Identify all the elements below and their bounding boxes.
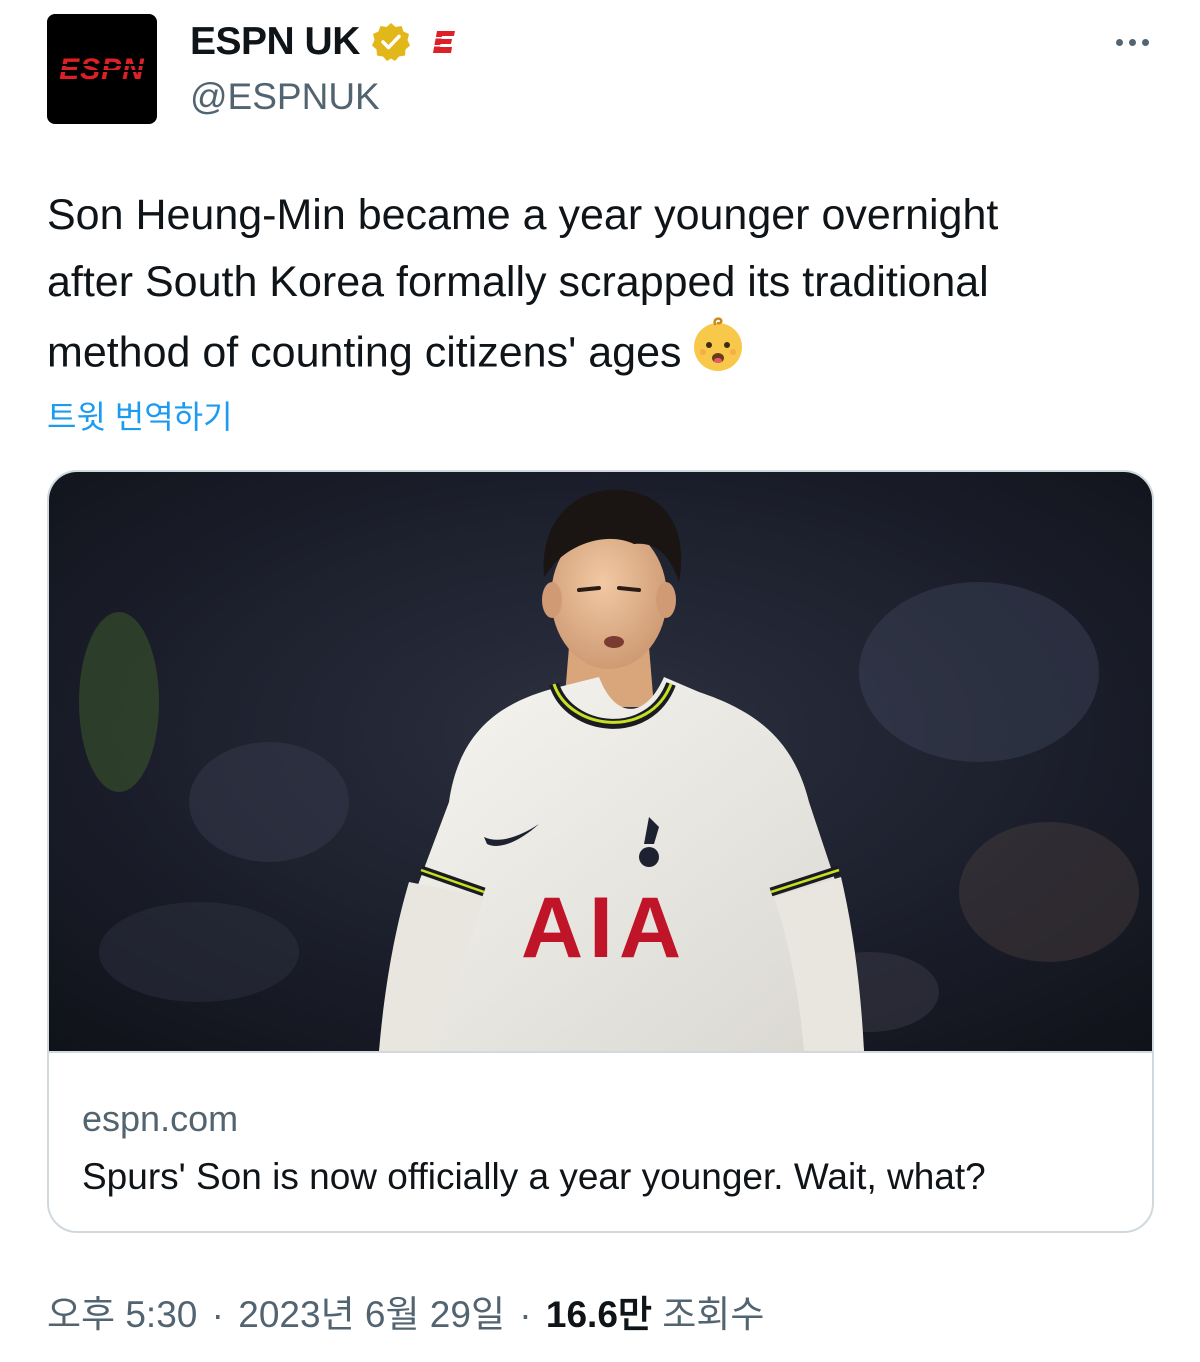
tweet-time[interactable]: 오후 5:30 <box>47 1294 197 1335</box>
tweet-text-line-content: method of counting citizens' ages <box>47 328 682 377</box>
meta-separator: · <box>211 1294 224 1335</box>
link-card-photo: AIA <box>49 472 1152 1051</box>
link-preview-card[interactable]: AIA espn.com Spurs' Son is now officiall… <box>47 470 1154 1233</box>
shirt-sponsor-text: AIA <box>521 880 687 976</box>
avatar-logo-text: ESPN <box>59 53 145 86</box>
link-card-domain: espn.com <box>82 1098 239 1139</box>
tweet-text-line: Son Heung-Min became a year younger over… <box>47 191 999 239</box>
avatar[interactable]: ESPN <box>47 14 157 124</box>
tweet-text-line: after South Korea formally scrapped its … <box>47 258 989 306</box>
card-divider <box>49 1051 1152 1053</box>
meta-separator: · <box>519 1294 532 1335</box>
verified-badge-icon[interactable] <box>370 21 412 63</box>
views-label: 조회수 <box>662 1294 765 1335</box>
baby-face-emoji-icon <box>689 316 747 394</box>
account-name-row: ESPN UK <box>190 18 458 66</box>
more-options-icon[interactable] <box>1108 28 1156 56</box>
account-handle[interactable]: @ESPNUK <box>190 76 380 118</box>
tweet-date[interactable]: 2023년 6월 29일 <box>238 1294 505 1335</box>
espn-affiliate-icon[interactable] <box>430 28 458 56</box>
espn-logo: ESPN <box>58 53 146 86</box>
link-card-title: Spurs' Son is now officially a year youn… <box>82 1156 986 1197</box>
translate-tweet-link[interactable]: 트윗 번역하기 <box>47 392 233 438</box>
tweet-meta: 오후 5:30 · 2023년 6월 29일 · 16.6만 조회수 <box>47 1284 764 1338</box>
tweet-text-line: method of counting citizens' ages <box>47 316 1157 394</box>
views-count[interactable]: 16.6만 <box>546 1294 652 1335</box>
display-name[interactable]: ESPN UK <box>190 20 360 64</box>
tweet-text: Son Heung-Min became a year younger over… <box>47 182 1157 394</box>
